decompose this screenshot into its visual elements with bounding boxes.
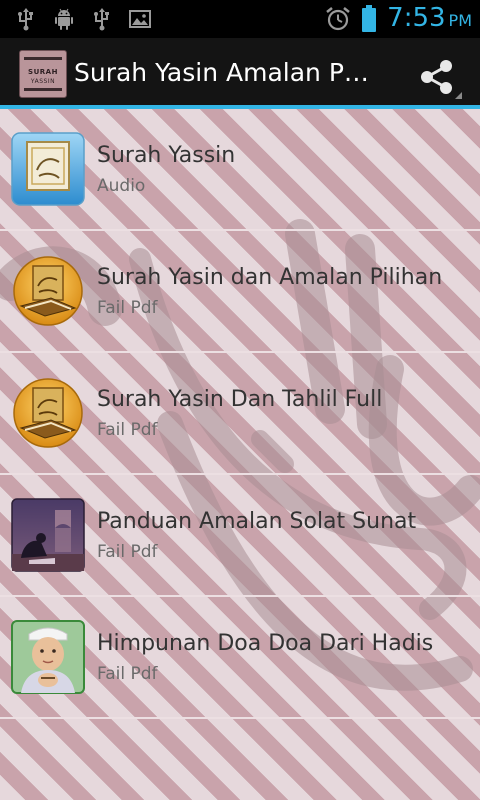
quran-round-icon	[13, 378, 83, 448]
app-icon[interactable]: SURAH YASSIN	[19, 50, 67, 98]
item-subtitle: Fail Pdf	[97, 542, 158, 562]
list-item[interactable]: Surah Yasin Dan Tahlil Full Fail Pdf	[0, 353, 480, 475]
item-subtitle: Fail Pdf	[97, 298, 158, 318]
battery-icon	[362, 5, 377, 32]
item-list: Surah Yassin Audio Surah Yasin dan Amala…	[0, 109, 480, 719]
usb-icon	[94, 8, 109, 31]
alarm-icon	[326, 7, 350, 31]
android-debug-icon	[55, 8, 73, 30]
app-title: Surah Yasin Amalan P…	[74, 58, 369, 87]
status-ampm: PM	[448, 10, 472, 30]
list-item[interactable]: Panduan Amalan Solat Sunat Fail Pdf	[0, 475, 480, 597]
list-item[interactable]: Surah Yassin Audio	[0, 109, 480, 231]
share-icon[interactable]	[412, 54, 464, 100]
status-time: 7:53	[387, 2, 446, 33]
status-clock: 7:53 PM	[387, 3, 472, 36]
usb-icon	[18, 8, 33, 31]
list-item[interactable]: Himpunan Doa Doa Dari Hadis Fail Pdf	[0, 597, 480, 719]
praying-photo	[11, 498, 85, 572]
child-praying-photo	[11, 620, 85, 694]
item-subtitle: Fail Pdf	[97, 420, 158, 440]
list-item[interactable]: Surah Yasin dan Amalan Pilihan Fail Pdf	[0, 231, 480, 353]
image-icon	[129, 10, 151, 28]
item-title: Panduan Amalan Solat Sunat	[97, 509, 417, 534]
item-title: Himpunan Doa Doa Dari Hadis	[97, 631, 434, 656]
item-title: Surah Yassin	[97, 143, 236, 168]
item-subtitle: Audio	[97, 176, 146, 196]
content-area[interactable]: Surah Yassin Audio Surah Yasin dan Amala…	[0, 109, 480, 800]
item-title: Surah Yasin Dan Tahlil Full	[97, 387, 383, 412]
app-icon-text-2: YASSIN	[30, 78, 56, 85]
status-bar: 7:53 PM	[0, 0, 480, 38]
quran-square-icon	[11, 132, 85, 206]
quran-round-icon	[13, 256, 83, 326]
item-subtitle: Fail Pdf	[97, 664, 158, 684]
app-icon-text-1: SURAH	[28, 68, 58, 76]
item-title: Surah Yasin dan Amalan Pilihan	[97, 265, 443, 290]
